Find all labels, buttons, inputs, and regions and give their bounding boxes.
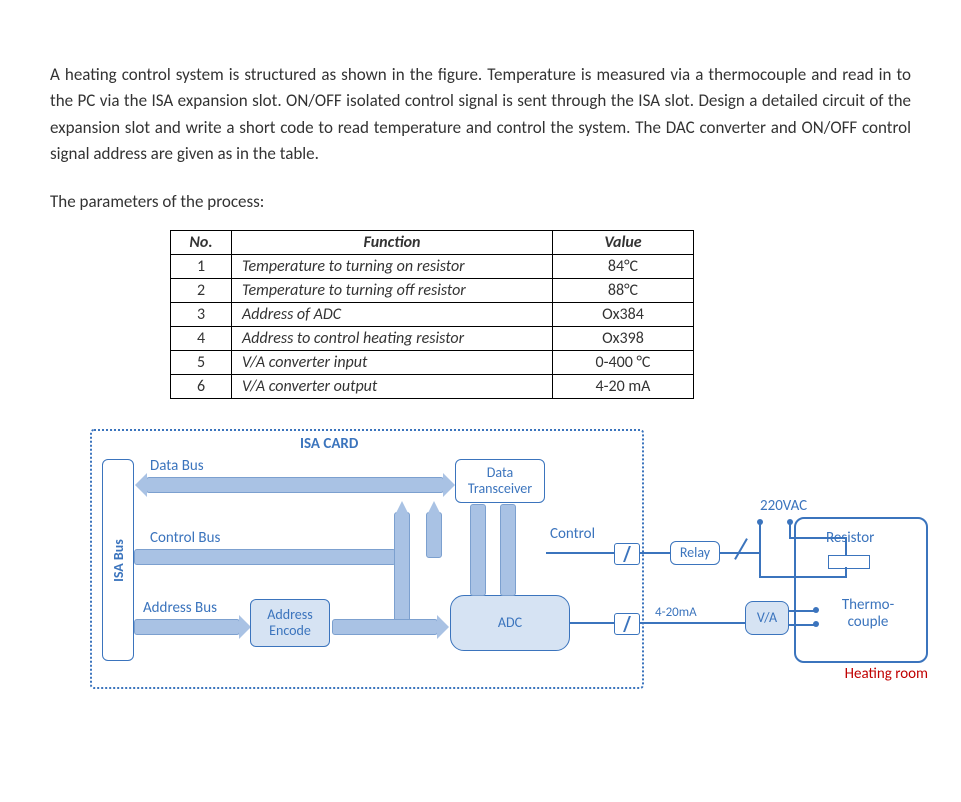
va-converter-box: V/A [745, 601, 789, 635]
arrow-up-icon [396, 501, 408, 513]
resistor-return-line [759, 576, 847, 578]
isa-card-label: ISA CARD [300, 435, 358, 453]
ac-voltage-label: 220VAC [760, 497, 807, 515]
isa-bus-label: ISA Bus [110, 539, 127, 582]
control-bus-line [134, 549, 396, 565]
control-bus-label: Control Bus [150, 529, 220, 547]
col-value: Value [553, 231, 694, 255]
col-function: Function [232, 231, 553, 255]
system-diagram: ISA CARD ISA Bus Data Bus Data Transceiv… [50, 429, 930, 689]
address-bus-line [134, 619, 240, 635]
relay-switch-icon [734, 538, 748, 560]
opto-isolator-icon [614, 543, 640, 565]
control-to-transceiver-stub [426, 512, 442, 558]
encode-to-adc-line [332, 619, 438, 635]
control-out-line [546, 552, 614, 554]
resistor-label: Resistor [826, 529, 874, 547]
address-bus-label: Address Bus [143, 599, 217, 617]
data-bus-line [146, 477, 444, 493]
table-row: 5 V/A converter input 0-400 °C [171, 351, 694, 375]
encode-to-transceiver-stub [394, 512, 410, 632]
table-row: 3 Address of ADC Ox384 [171, 303, 694, 327]
parameters-table: No. Function Value 1 Temperature to turn… [170, 230, 694, 399]
address-encode-box: Address Encode [250, 599, 330, 647]
table-row: 2 Temperature to turning off resistor 88… [171, 279, 694, 303]
ac-wire [789, 524, 791, 538]
heating-room-label: Heating room [845, 665, 928, 683]
opto-to-relay-line [640, 552, 670, 554]
va-to-opto-line [640, 622, 745, 624]
table-row: 4 Address to control heating resistor Ox… [171, 327, 694, 351]
params-heading: The parameters of the process: [50, 191, 911, 212]
col-no: No. [171, 231, 232, 255]
adc-out-line [570, 622, 614, 624]
tc-wire [785, 624, 816, 626]
tc-wire [785, 610, 816, 612]
isa-bus-bar: ISA Bus [102, 459, 134, 661]
ac-wire [759, 524, 761, 554]
transceiver-to-adc-stub-1 [470, 504, 486, 596]
resistor-return-up [759, 554, 761, 578]
data-transceiver-box: Data Transceiver [455, 459, 545, 503]
relay-box: Relay [670, 541, 720, 565]
opto-isolator-icon [614, 613, 640, 635]
current-signal-label: 4-20mA [655, 605, 697, 620]
table-row: 6 V/A converter output 4-20 mA [171, 375, 694, 399]
data-bus-label: Data Bus [150, 457, 204, 475]
thermocouple-label: Thermo-couple [828, 597, 908, 630]
transceiver-to-adc-stub-2 [500, 504, 516, 596]
table-row: 1 Temperature to turning on resistor 84°… [171, 255, 694, 279]
arrow-up-icon [428, 501, 440, 513]
intro-paragraph: A heating control system is structured a… [50, 62, 911, 167]
resistor-symbol-icon [828, 555, 870, 569]
control-label: Control [550, 525, 595, 543]
adc-box: ADC [450, 595, 570, 651]
